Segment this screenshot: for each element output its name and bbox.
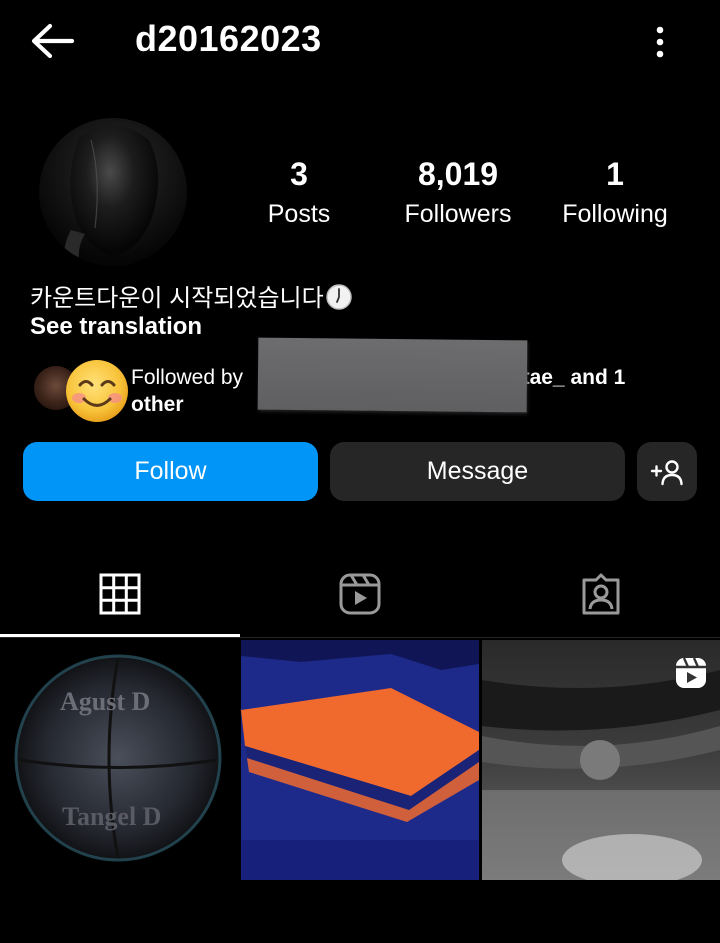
tab-divider (0, 637, 720, 638)
grid-post-1[interactable]: Agust D Tangel D (0, 640, 238, 880)
reel-badge-icon (676, 657, 706, 688)
stat-following[interactable]: 1 Following (535, 156, 695, 234)
stat-posts[interactable]: 3 Posts (219, 156, 379, 234)
profile-avatar[interactable] (39, 118, 187, 266)
more-vertical-icon (656, 26, 664, 58)
post-thumbnail-orange-object (241, 640, 479, 880)
clock-emoji-icon (325, 284, 352, 310)
stat-followers-count: 8,019 (417, 156, 499, 192)
stat-posts-label: Posts (267, 200, 331, 228)
masked-face-image (63, 125, 159, 266)
suggested-users-button[interactable] (637, 442, 697, 501)
svg-text:Tangel D: Tangel D (62, 802, 161, 831)
smiling-emoji-icon (64, 358, 130, 424)
add-person-icon (650, 459, 683, 485)
followed-by-prefix: Followed by (131, 366, 244, 389)
grid-icon (99, 573, 141, 615)
back-button[interactable] (28, 18, 78, 64)
profile-username: d20162023 (135, 18, 322, 59)
stat-following-count: 1 (606, 156, 624, 192)
see-translation-link[interactable]: See translation (30, 313, 202, 341)
bio-text: 카운트다운이 시작되었습니다 (30, 285, 324, 312)
arrow-left-icon (31, 23, 75, 59)
stat-followers-label: Followers (404, 200, 512, 228)
grid-post-3[interactable] (482, 640, 720, 880)
grid-post-2[interactable] (241, 640, 479, 880)
tab-posts-grid[interactable] (98, 572, 142, 616)
post-thumbnail-basketball: Agust D Tangel D (0, 640, 238, 880)
stat-posts-count: 3 (290, 156, 308, 192)
redaction-box (257, 337, 528, 413)
svg-text:Agust D: Agust D (60, 687, 150, 716)
tagged-icon (582, 573, 620, 615)
message-button[interactable]: Message (330, 442, 625, 501)
stat-followers[interactable]: 8,019 Followers (378, 156, 538, 234)
tab-reels[interactable] (338, 572, 382, 616)
tab-tagged[interactable] (579, 572, 623, 616)
follow-button[interactable]: Follow (23, 442, 318, 501)
profile-bio: 카운트다운이 시작되었습니다 (30, 278, 352, 313)
stat-following-label: Following (562, 200, 668, 228)
more-options-button[interactable] (642, 20, 678, 64)
reels-icon (339, 573, 381, 615)
